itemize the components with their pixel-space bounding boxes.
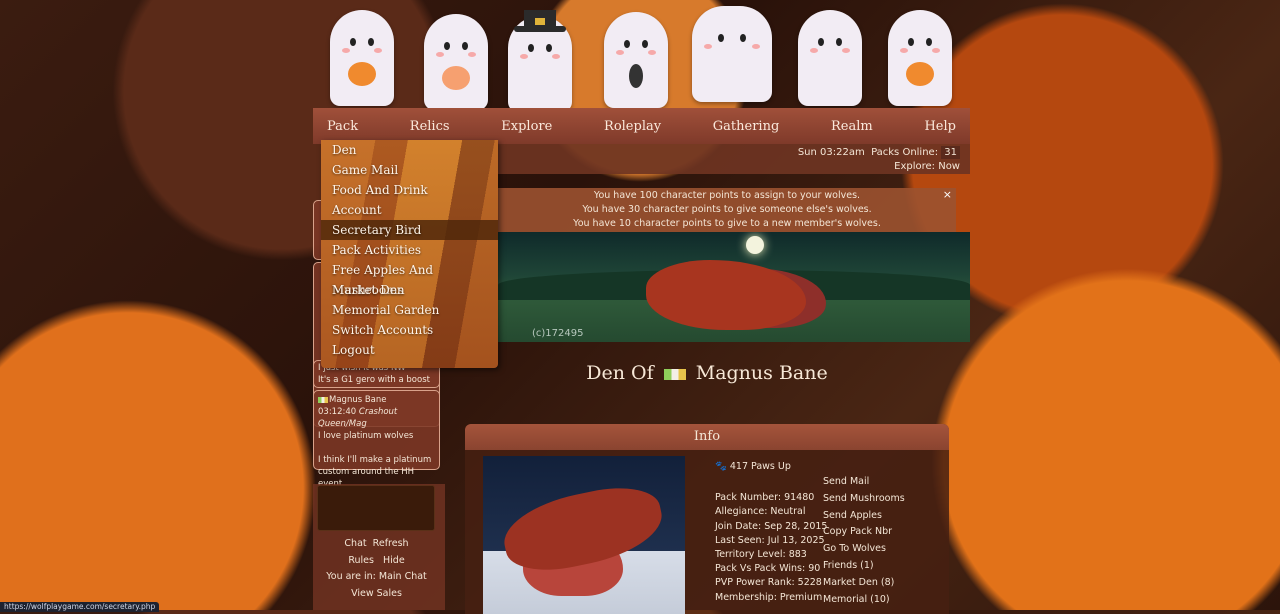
menu-game-mail[interactable]: Game Mail [321,160,498,180]
menu-free-apples[interactable]: Free Apples And Mushrooms [321,260,498,297]
nav-help[interactable]: Help [924,119,956,134]
info-header: Info [465,424,949,450]
menu-food-and-drink[interactable]: Food And Drink [321,180,498,200]
stat-line: Last Seen: Jul 13, 2025 [715,534,825,546]
send-mushrooms-link[interactable]: Send Mushrooms [823,491,905,508]
chat-author[interactable]: Magnus Bane [329,395,387,405]
close-icon[interactable]: × [943,188,952,202]
send-apples-link[interactable]: Send Apples [823,508,905,525]
explore-status[interactable]: Explore: Now [498,160,960,174]
rules-link[interactable]: Rules [348,555,374,566]
wolf-image[interactable] [483,456,685,614]
notice-line: You have 10 character points to give to … [573,218,881,229]
menu-logout[interactable]: Logout [321,340,498,360]
packs-online-count[interactable]: 31 [941,146,960,159]
ghost-heart-icon [424,14,488,110]
info-panel: Info 🐾 417 Paws Up Pack Number: 91480 Al… [465,424,949,614]
menu-den[interactable]: Den [321,140,498,160]
send-mail-link[interactable]: Send Mail [823,474,905,491]
chat-message: Magnus Bane 03:12:40 Crashout Queen/Mag … [313,390,440,489]
pride-flag-icon [318,396,328,403]
ghost-pilgrim-icon [508,10,572,112]
menu-memorial-garden[interactable]: Memorial Garden [321,300,498,320]
hide-button[interactable]: Hide [383,555,405,566]
market-den-link[interactable]: Market Den (8) [823,575,905,592]
nav-realm[interactable]: Realm [831,119,873,134]
go-to-wolves-link[interactable]: Go To Wolves [823,541,905,558]
ghost-plain-icon [692,6,772,102]
chat-button[interactable]: Chat [344,538,366,549]
packs-online-label: Packs Online: [871,147,939,158]
main-nav: Pack Relics Explore Roleplay Gathering R… [313,108,970,144]
den-prefix: Den Of [586,362,654,384]
copy-pack-number-link[interactable]: Copy Pack Nbr [823,524,905,541]
notice-box: × You have 100 character points to assig… [498,188,956,232]
menu-switch-accounts[interactable]: Switch Accounts [321,320,498,340]
nav-gathering[interactable]: Gathering [713,119,780,134]
ghost-simple-icon [798,10,862,106]
pack-actions: Send Mail Send Mushrooms Send Apples Cop… [823,474,905,608]
menu-secretary-bird[interactable]: Secretary Bird [321,220,498,240]
ghost-surprised-icon [604,12,668,108]
page-title: Den Of Magnus Bane [465,362,949,384]
stat-line: Territory Level: 883 [715,549,807,561]
menu-market-den[interactable]: Market Den [321,280,498,300]
pack-stats: 🐾 417 Paws Up Pack Number: 91480 Allegia… [715,460,827,605]
pack-name: Magnus Bane [695,362,828,384]
server-time: Sun 03:22am [797,147,865,158]
pride-flag-icon [663,368,686,380]
banner-signature: (c)172495 [532,328,584,339]
memorial-link[interactable]: Memorial (10) [823,592,905,609]
paw-icon: 🐾 [715,461,727,472]
friends-link[interactable]: Friends (1) [823,558,905,575]
ghost-pumpkin-icon [330,10,394,106]
stat-line: Pack Vs Pack Wins: 90 [715,563,821,575]
stat-line: Membership: Premium [715,591,823,603]
chat-controls: Chat Refresh Rules Hide You are in: Main… [313,536,440,602]
nav-explore[interactable]: Explore [501,119,552,134]
chat-time: 03:12:40 [318,407,357,417]
pack-dropdown-menu: Den Game Mail Food And Drink Account Sec… [321,140,498,368]
stat-line: Allegiance: Neutral [715,506,806,518]
stat-line: Join Date: Sep 28, 2015 [715,520,828,532]
refresh-button[interactable]: Refresh [373,538,409,549]
notice-line: You have 100 character points to assign … [593,190,861,201]
ghost-pumpkin-icon-2 [888,10,952,106]
pack-banner: (c)172495 [498,232,970,342]
paws-up[interactable]: 🐾 417 Paws Up [715,460,827,474]
browser-status-url: https://wolfplaygame.com/secretary.php [0,602,160,612]
status-bar: Sun 03:22am Packs Online: 31 Explore: No… [498,144,970,174]
nav-pack[interactable]: Pack [327,119,358,134]
stat-line: Pack Number: 91480 [715,492,815,504]
menu-account[interactable]: Account [321,200,498,220]
chat-room: You are in: Main Chat [326,571,427,582]
chat-input[interactable] [317,485,435,531]
view-sales-link[interactable]: View Sales [313,586,440,603]
nav-relics[interactable]: Relics [410,119,450,134]
notice-line: You have 30 character points to give som… [582,204,872,215]
menu-pack-activities[interactable]: Pack Activities [321,240,498,260]
nav-roleplay[interactable]: Roleplay [604,119,661,134]
stat-line: PVP Power Rank: 5228 [715,577,822,589]
